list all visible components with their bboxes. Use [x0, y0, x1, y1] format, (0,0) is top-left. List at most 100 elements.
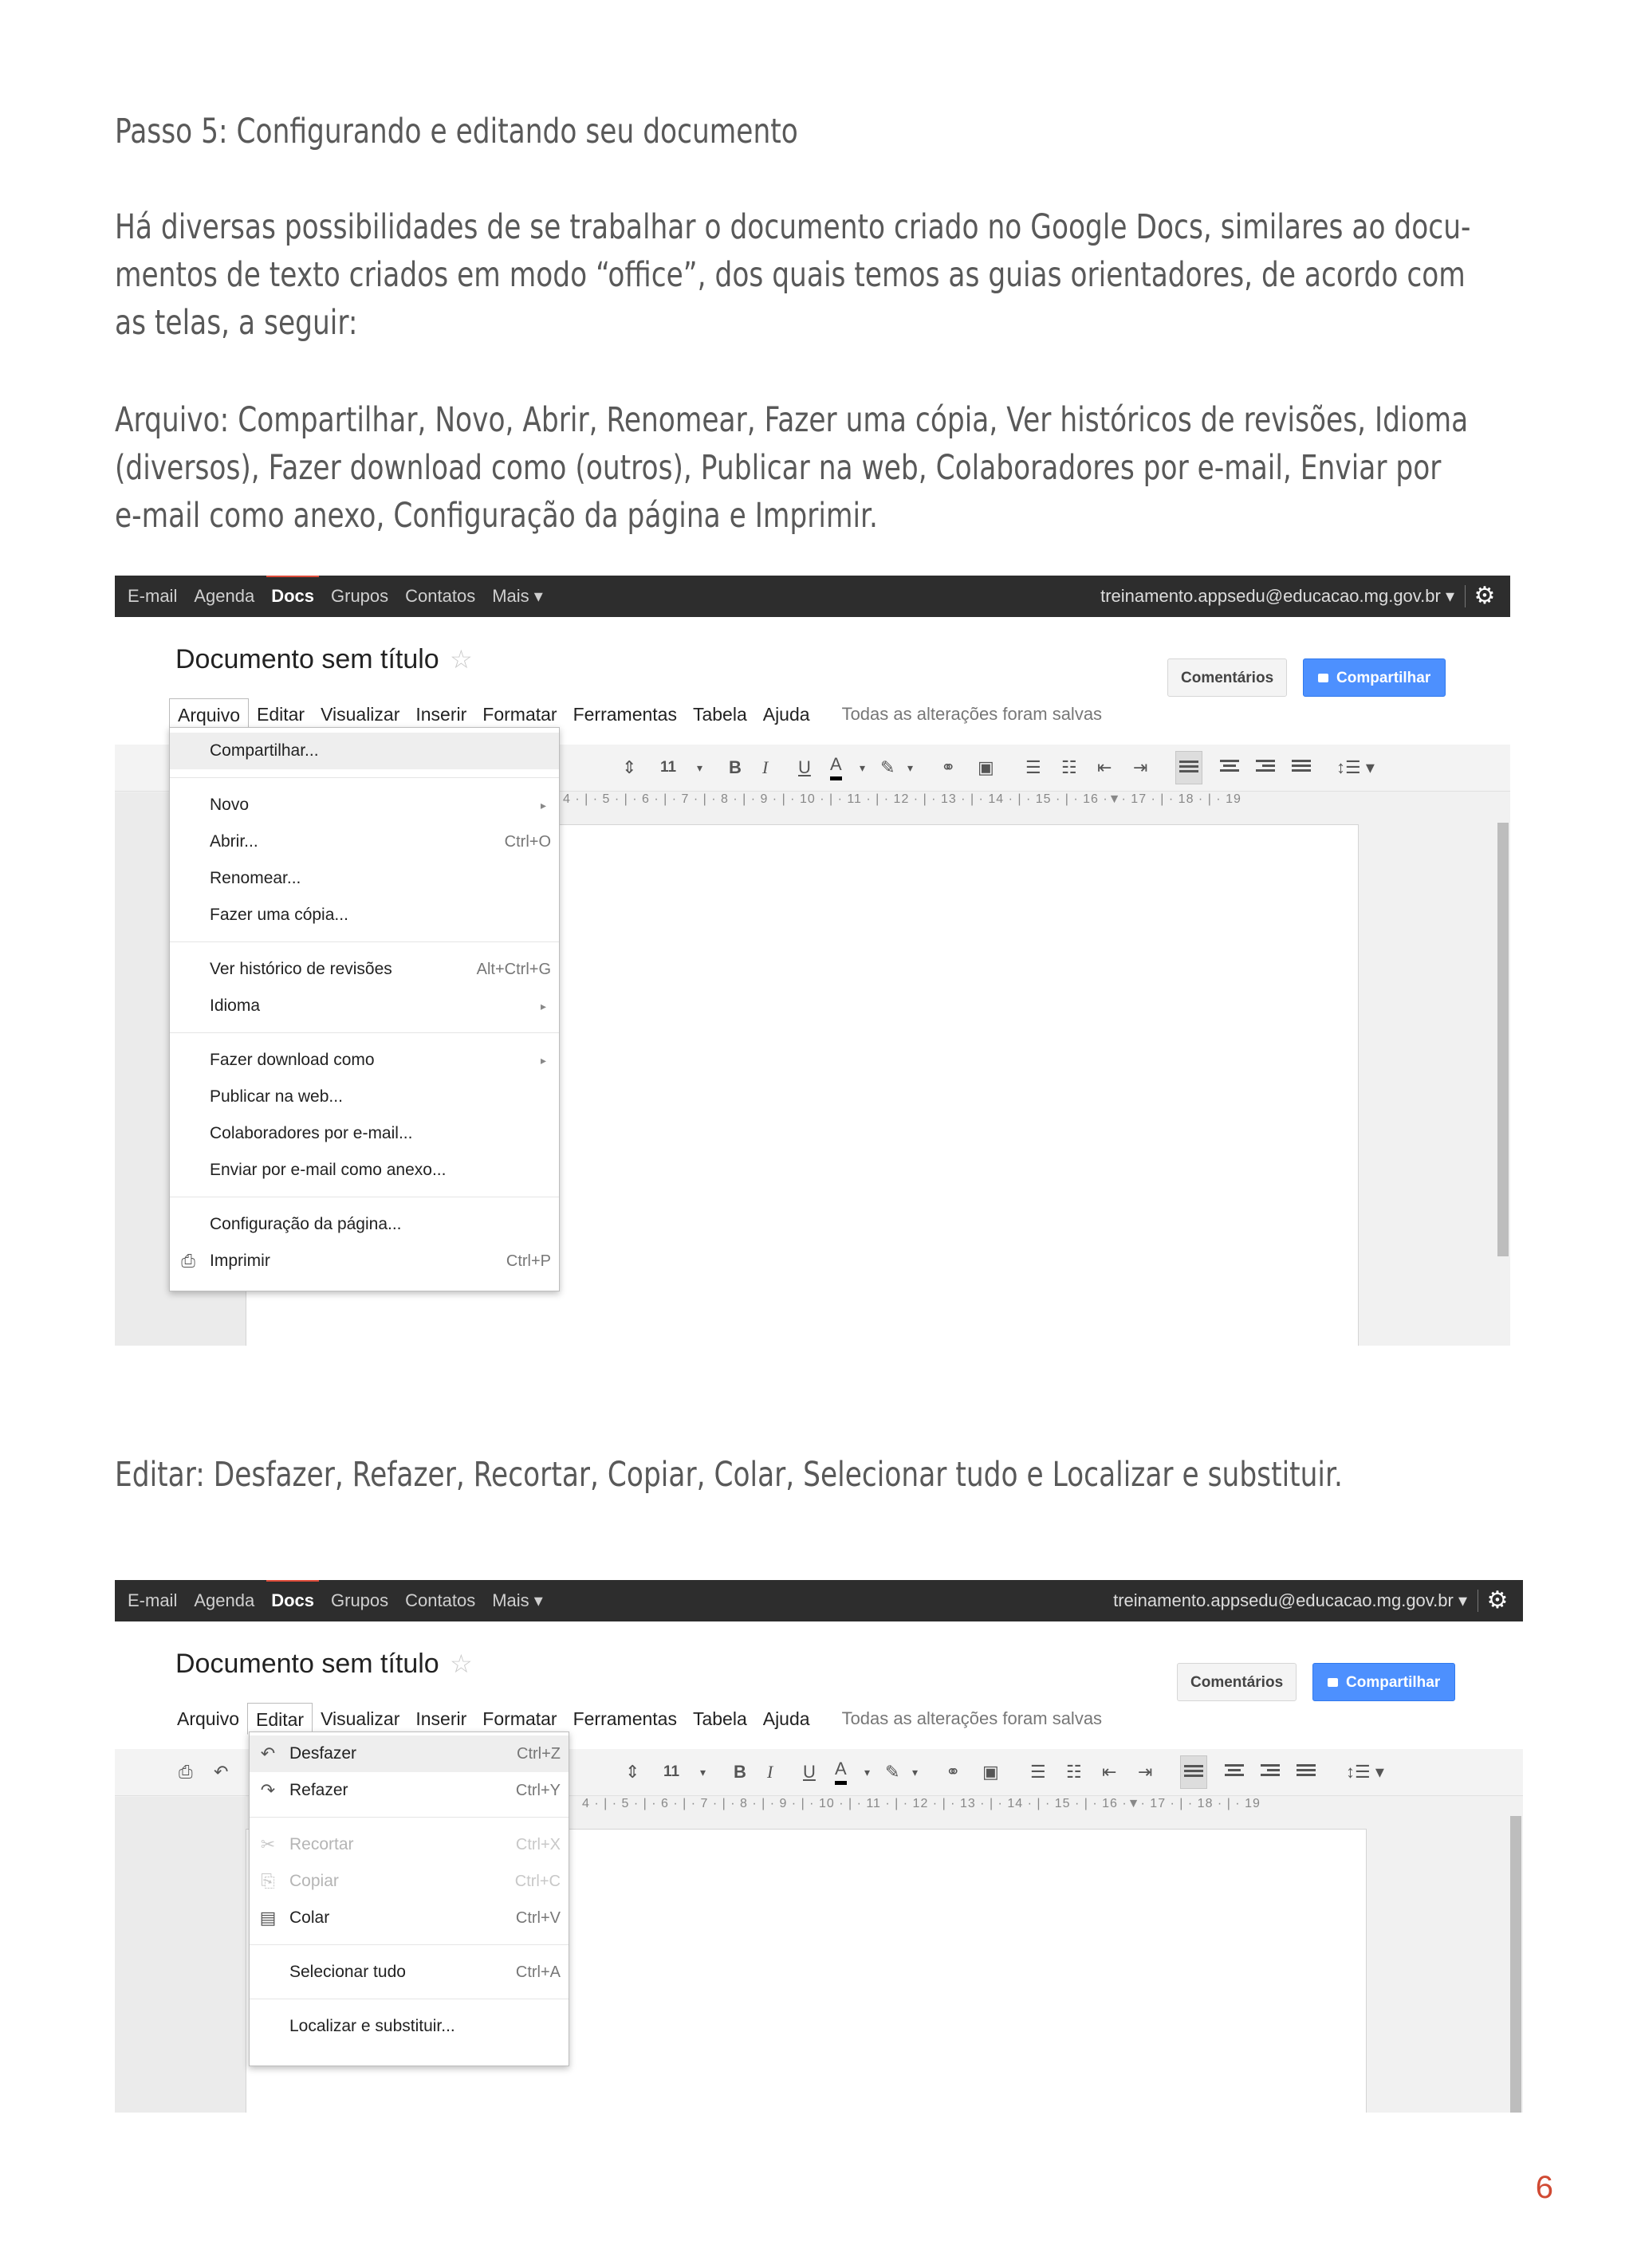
- menu-visualizar[interactable]: Visualizar: [313, 698, 407, 730]
- align-right-icon[interactable]: [1256, 760, 1275, 776]
- bulleted-list-icon[interactable]: ☷: [1066, 1749, 1082, 1795]
- menu-item-publicar-web[interactable]: Publicar na web...: [170, 1079, 559, 1115]
- justify-icon[interactable]: [1292, 760, 1311, 776]
- gear-icon[interactable]: ⚙: [1486, 1589, 1509, 1613]
- menu-item-selecionar-tudo[interactable]: Selecionar tudo Ctrl+A: [250, 1954, 569, 1991]
- underline-button[interactable]: U: [803, 1749, 816, 1795]
- menu-editar[interactable]: Editar: [249, 698, 313, 730]
- scrollbar[interactable]: [1496, 792, 1510, 1346]
- doc-title[interactable]: Documento sem título: [175, 1649, 439, 1680]
- menu-item-refazer[interactable]: ↷ Refazer Ctrl+Y: [250, 1772, 569, 1809]
- align-left-button[interactable]: [1180, 1755, 1207, 1789]
- nav-email[interactable]: E-mail: [128, 586, 177, 607]
- menu-item-download[interactable]: Fazer download como ▸: [170, 1042, 559, 1079]
- menu-item-configuracao-pagina[interactable]: Configuração da página...: [170, 1206, 559, 1243]
- link-icon[interactable]: ⚭: [941, 745, 955, 791]
- menu-item-desfazer[interactable]: ↶ Desfazer Ctrl+Z: [250, 1735, 569, 1772]
- menu-item-localizar-substituir[interactable]: Localizar e substituir...: [250, 2008, 569, 2045]
- image-icon[interactable]: ▣: [978, 745, 994, 791]
- text-color-button[interactable]: A: [835, 1757, 847, 1785]
- print-icon[interactable]: ⎙: [179, 1749, 193, 1795]
- menu-tabela[interactable]: Tabela: [685, 1703, 755, 1735]
- menu-visualizar[interactable]: Visualizar: [313, 1703, 407, 1735]
- highlight-icon[interactable]: ✎: [885, 1749, 899, 1795]
- menu-arquivo[interactable]: Arquivo: [169, 1703, 247, 1735]
- gear-icon[interactable]: ⚙: [1474, 584, 1496, 608]
- line-spacing-icon[interactable]: ↕☰ ▾: [1346, 1749, 1384, 1795]
- align-center-icon[interactable]: [1225, 1764, 1244, 1780]
- decrease-indent-icon[interactable]: ⇤: [1102, 1749, 1116, 1795]
- account-menu[interactable]: treinamento.appsedu@educacao.mg.gov.br ▾: [1113, 1580, 1467, 1621]
- menu-ajuda[interactable]: Ajuda: [755, 698, 818, 730]
- text-color-arrow-icon[interactable]: ▾: [860, 745, 865, 791]
- scroll-thumb[interactable]: [1497, 823, 1509, 1256]
- nav-contatos[interactable]: Contatos: [405, 1590, 475, 1611]
- menu-item-colar[interactable]: ▤ Colar Ctrl+V: [250, 1900, 569, 1936]
- scroll-thumb[interactable]: [1510, 1816, 1521, 2113]
- text-color-button[interactable]: A: [830, 753, 842, 780]
- nav-grupos[interactable]: Grupos: [331, 586, 388, 607]
- numbered-list-icon[interactable]: ☰: [1030, 1749, 1046, 1795]
- align-left-button[interactable]: [1175, 751, 1202, 784]
- star-icon[interactable]: ☆: [450, 644, 473, 674]
- increase-indent-icon[interactable]: ⇥: [1133, 745, 1147, 791]
- highlight-arrow-icon[interactable]: ▾: [912, 1749, 918, 1795]
- menu-ferramentas[interactable]: Ferramentas: [565, 1703, 685, 1735]
- comments-button[interactable]: Comentários: [1177, 1663, 1297, 1701]
- font-stepper-icon[interactable]: ⇕: [625, 1749, 639, 1795]
- font-stepper-icon[interactable]: ⇕: [622, 745, 636, 791]
- font-size-arrow-icon[interactable]: ▾: [700, 1749, 706, 1795]
- menu-formatar[interactable]: Formatar: [474, 1703, 565, 1735]
- menu-item-copiar[interactable]: ⎘ Copiar Ctrl+C: [250, 1863, 569, 1900]
- highlight-arrow-icon[interactable]: ▾: [907, 745, 913, 791]
- italic-button[interactable]: I: [762, 745, 768, 791]
- nav-docs[interactable]: Docs: [266, 576, 319, 607]
- text-color-arrow-icon[interactable]: ▾: [864, 1749, 870, 1795]
- line-spacing-icon[interactable]: ↕☰ ▾: [1336, 745, 1375, 791]
- comments-button[interactable]: Comentários: [1167, 658, 1288, 697]
- menu-item-idioma[interactable]: Idioma ▸: [170, 988, 559, 1024]
- align-right-icon[interactable]: [1261, 1764, 1280, 1780]
- menu-item-colaboradores-email[interactable]: Colaboradores por e-mail...: [170, 1115, 559, 1152]
- increase-indent-icon[interactable]: ⇥: [1138, 1749, 1152, 1795]
- nav-mais[interactable]: Mais ▾: [492, 1590, 543, 1611]
- bold-button[interactable]: B: [734, 1749, 746, 1795]
- menu-item-novo[interactable]: Novo ▸: [170, 787, 559, 823]
- justify-icon[interactable]: [1297, 1764, 1316, 1780]
- menu-tabela[interactable]: Tabela: [685, 698, 755, 730]
- bulleted-list-icon[interactable]: ☷: [1061, 745, 1077, 791]
- undo-toolbar-icon[interactable]: ↶: [214, 1749, 228, 1795]
- menu-item-recortar[interactable]: ✂ Recortar Ctrl+X: [250, 1826, 569, 1863]
- bold-button[interactable]: B: [729, 745, 742, 791]
- numbered-list-icon[interactable]: ☰: [1025, 745, 1041, 791]
- decrease-indent-icon[interactable]: ⇤: [1097, 745, 1112, 791]
- nav-agenda[interactable]: Agenda: [194, 586, 254, 607]
- menu-formatar[interactable]: Formatar: [474, 698, 565, 730]
- menu-editar[interactable]: Editar: [246, 1703, 313, 1735]
- menu-ajuda[interactable]: Ajuda: [755, 1703, 818, 1735]
- underline-button[interactable]: U: [798, 745, 811, 791]
- nav-mais[interactable]: Mais ▾: [492, 586, 543, 607]
- menu-inserir[interactable]: Inserir: [407, 1703, 474, 1735]
- scrollbar[interactable]: [1509, 1797, 1523, 2113]
- nav-email[interactable]: E-mail: [128, 1590, 177, 1611]
- nav-grupos[interactable]: Grupos: [331, 1590, 388, 1611]
- align-center-icon[interactable]: [1220, 760, 1239, 776]
- image-icon[interactable]: ▣: [982, 1749, 999, 1795]
- account-menu[interactable]: treinamento.appsedu@educacao.mg.gov.br ▾: [1100, 576, 1454, 617]
- menu-item-imprimir[interactable]: ⎙ Imprimir Ctrl+P: [170, 1243, 559, 1279]
- menu-item-compartilhar[interactable]: Compartilhar...: [170, 733, 559, 769]
- nav-docs[interactable]: Docs: [266, 1580, 319, 1611]
- menu-arquivo[interactable]: Arquivo: [169, 698, 249, 730]
- nav-contatos[interactable]: Contatos: [405, 586, 475, 607]
- menu-inserir[interactable]: Inserir: [407, 698, 474, 730]
- share-button[interactable]: Compartilhar: [1312, 1663, 1456, 1701]
- doc-title[interactable]: Documento sem título: [175, 644, 439, 675]
- menu-item-enviar-anexo[interactable]: Enviar por e-mail como anexo...: [170, 1152, 559, 1189]
- menu-ferramentas[interactable]: Ferramentas: [565, 698, 685, 730]
- nav-agenda[interactable]: Agenda: [194, 1590, 254, 1611]
- italic-button[interactable]: I: [767, 1749, 773, 1795]
- link-icon[interactable]: ⚭: [946, 1749, 960, 1795]
- menu-item-historico-revisoes[interactable]: Ver histórico de revisões Alt+Ctrl+G: [170, 951, 559, 988]
- menu-item-fazer-copia[interactable]: Fazer uma cópia...: [170, 897, 559, 934]
